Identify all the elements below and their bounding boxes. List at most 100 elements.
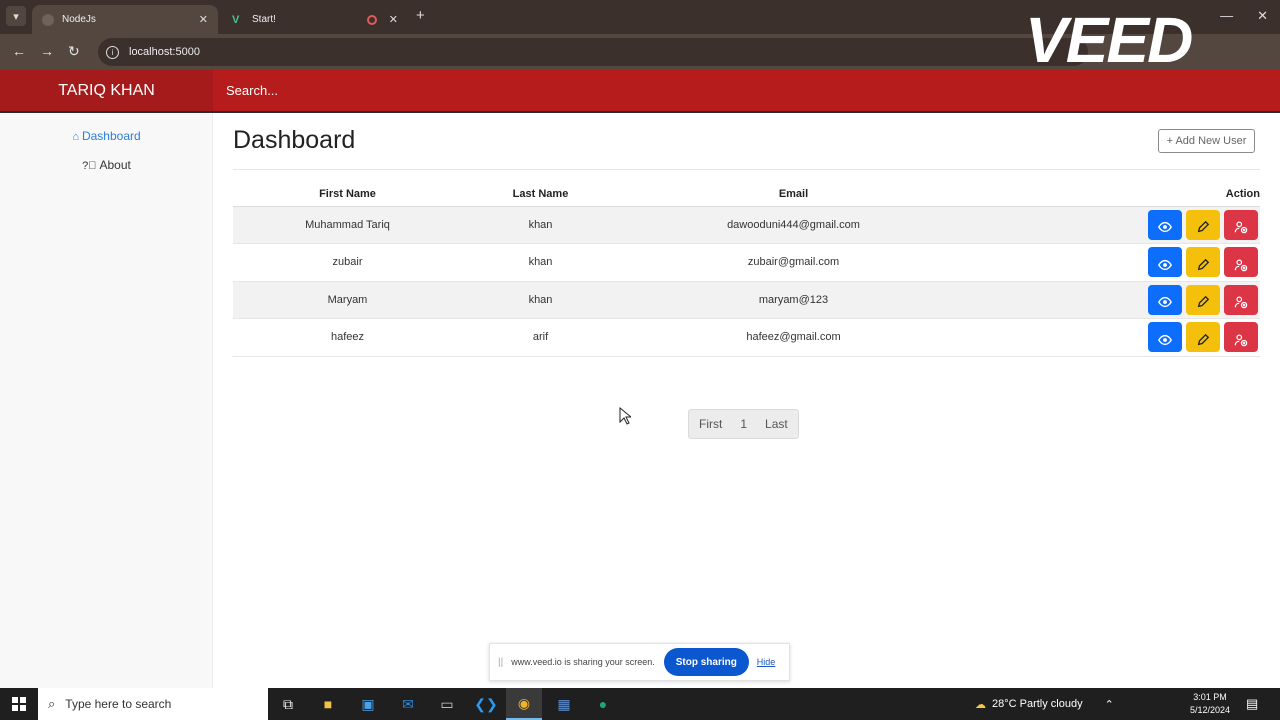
table-row: Muhammad Tariq khan dawooduni444@gmail.c… <box>233 206 1260 244</box>
tab-start[interactable]: V Start! ✕ <box>222 5 408 34</box>
pagination-page-1[interactable]: 1 <box>732 410 755 438</box>
vue-icon: V <box>232 13 240 26</box>
page-title: Dashboard <box>233 126 356 154</box>
url-text: localhost:5000 <box>129 46 200 58</box>
cell-actions <box>968 206 1260 244</box>
cell-first-name: Muhammad Tariq <box>233 206 462 244</box>
tab-label: NodeJs <box>62 14 96 25</box>
cell-actions <box>968 243 1260 282</box>
view-button[interactable] <box>1148 209 1182 240</box>
column-header-email: Email <box>619 183 968 207</box>
pagination: First 1 Last <box>688 409 799 439</box>
column-header-last-name: Last Name <box>462 183 619 207</box>
sidebar-item-about[interactable]: ?⃝ About <box>0 158 213 172</box>
main-content: Dashboard + Add New User First Name Last… <box>213 113 1280 688</box>
edit-button[interactable] <box>1186 209 1220 240</box>
close-icon[interactable]: ✕ <box>199 13 208 26</box>
delete-button[interactable] <box>1224 209 1258 240</box>
mongodb-icon[interactable]: ● <box>591 692 615 716</box>
time: 3:01 PM <box>1193 692 1227 702</box>
tab-nodejs[interactable]: NodeJs ✕ <box>32 5 218 34</box>
delete-button[interactable] <box>1224 284 1258 315</box>
chrome-icon[interactable]: ◉ <box>506 688 542 720</box>
pencil-icon <box>1197 296 1210 308</box>
url-bar[interactable]: i localhost:5000 <box>98 38 1088 66</box>
delete-button[interactable] <box>1224 247 1258 278</box>
app-icon[interactable]: ▦ <box>552 692 576 716</box>
weather-text[interactable]: 28°C Partly cloudy <box>992 698 1083 710</box>
taskbar-search-input[interactable]: ⌕ Type here to search <box>38 688 268 720</box>
cell-actions <box>968 318 1260 357</box>
reload-icon[interactable]: ↻ <box>68 43 80 60</box>
veed-watermark: VEED <box>1025 4 1193 76</box>
cell-last-name: khan <box>462 243 619 282</box>
notification-icon[interactable]: ▤ <box>1246 696 1258 712</box>
vscode-icon[interactable]: ❮❯ <box>474 692 498 716</box>
table-row: zubair khan zubair@gmail.com <box>233 243 1260 282</box>
user-remove-icon <box>1234 259 1248 272</box>
add-user-button[interactable]: + Add New User <box>1158 129 1255 153</box>
pencil-icon <box>1197 221 1210 233</box>
store-icon[interactable]: ▣ <box>356 692 380 716</box>
user-remove-icon <box>1234 296 1248 309</box>
file-explorer-icon[interactable]: ■ <box>316 692 340 716</box>
screen-share-bar: || www.veed.io is sharing your screen. S… <box>489 643 790 681</box>
column-header-action: Action <box>968 183 1260 207</box>
drag-handle-icon[interactable]: || <box>498 657 503 668</box>
close-window-icon[interactable]: ✕ <box>1257 8 1268 24</box>
users-table: First Name Last Name Email Action Muhamm… <box>233 183 1260 357</box>
share-message: www.veed.io is sharing your screen. <box>511 657 655 667</box>
eye-icon <box>1158 222 1172 233</box>
new-tab-button[interactable]: + <box>416 7 425 24</box>
info-icon[interactable]: i <box>106 45 119 59</box>
weather-icon: ☁ <box>975 698 986 711</box>
view-button[interactable] <box>1148 284 1182 315</box>
hide-link[interactable]: Hide <box>757 657 776 667</box>
mouse-cursor-icon <box>619 407 631 425</box>
edit-button[interactable] <box>1186 284 1220 315</box>
search-icon: ⌕ <box>48 696 56 711</box>
terminal-icon[interactable]: ▭ <box>435 692 459 716</box>
edit-button[interactable] <box>1186 322 1220 353</box>
minimize-icon[interactable]: — <box>1220 8 1233 24</box>
clock[interactable]: 3:01 PM 5/12/2024 <box>1190 691 1230 717</box>
eye-icon <box>1158 297 1172 308</box>
tab-label: Start! <box>252 14 276 25</box>
view-button[interactable] <box>1148 247 1182 278</box>
delete-button[interactable] <box>1224 322 1258 353</box>
edit-button[interactable] <box>1186 247 1220 278</box>
table-row: hafeez arif hafeez@gmail.com <box>233 318 1260 357</box>
sidebar-item-label: About <box>99 158 131 172</box>
column-header-first-name: First Name <box>233 183 462 207</box>
cell-email: zubair@gmail.com <box>619 243 968 282</box>
eye-icon <box>1158 334 1172 345</box>
search-input[interactable]: Search... <box>213 70 1280 111</box>
brand-title[interactable]: TARIQ KHAN <box>0 70 213 111</box>
chevron-up-icon[interactable]: ⌃ <box>1105 698 1114 711</box>
globe-icon <box>42 13 54 26</box>
forward-arrow-icon[interactable]: → <box>40 43 54 59</box>
pagination-first[interactable]: First <box>689 410 732 438</box>
stop-sharing-button[interactable]: Stop sharing <box>663 648 749 676</box>
tab-search-button[interactable]: ▾ <box>6 6 26 26</box>
close-icon[interactable]: ✕ <box>389 13 398 26</box>
sidebar-item-dashboard[interactable]: ⌂ Dashboard <box>0 129 213 143</box>
eye-icon <box>1158 259 1172 270</box>
windows-start-icon[interactable] <box>12 697 26 711</box>
sidebar: ⌂ Dashboard ?⃝ About <box>0 113 213 688</box>
sidebar-item-label: Dashboard <box>81 129 141 143</box>
table-header-row: First Name Last Name Email Action <box>233 183 1260 207</box>
taskbar-search-placeholder: Type here to search <box>65 697 172 711</box>
recording-icon <box>366 14 377 25</box>
pagination-last[interactable]: Last <box>755 410 798 438</box>
windows-taskbar: ⌕ Type here to search ⧉ ■ ▣ ✉ ▭ ❮❯ ◉ ▦ ●… <box>0 688 1280 720</box>
cell-first-name: Maryam <box>233 281 462 319</box>
back-arrow-icon[interactable]: ← <box>12 43 26 59</box>
cell-email: hafeez@gmail.com <box>619 318 968 357</box>
divider <box>233 169 1260 170</box>
task-view-icon[interactable]: ⧉ <box>276 692 300 716</box>
view-button[interactable] <box>1148 322 1182 353</box>
mail-icon[interactable]: ✉ <box>396 692 420 716</box>
date: 5/12/2024 <box>1190 705 1231 715</box>
cell-first-name: zubair <box>233 243 462 282</box>
